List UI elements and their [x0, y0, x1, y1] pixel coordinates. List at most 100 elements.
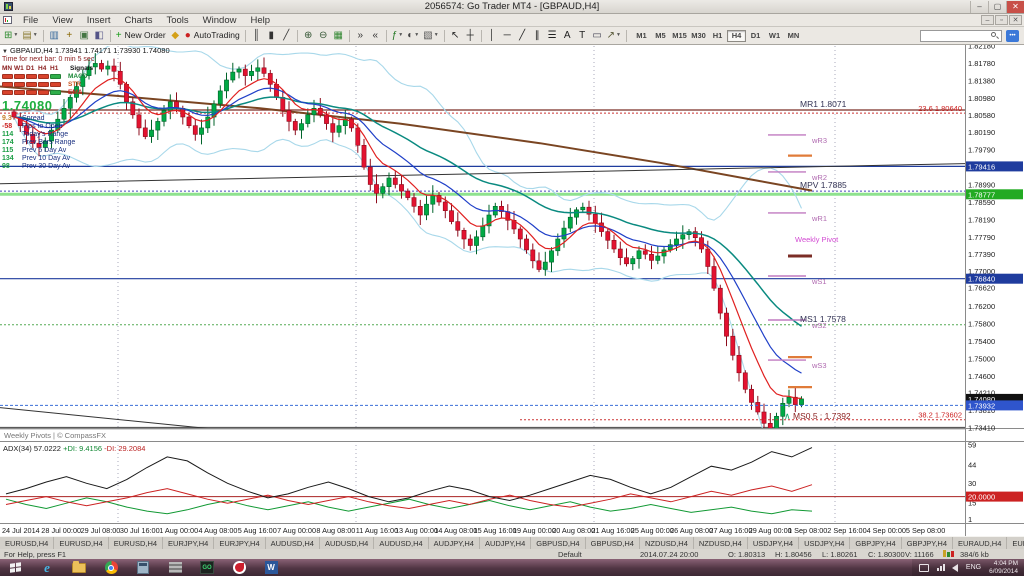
indicators-button[interactable]: ƒ▼ [390, 29, 406, 43]
chart-tab-8[interactable]: AUDJPY,H4 [429, 537, 480, 549]
timeframe-d1[interactable]: D1 [746, 30, 765, 42]
timeframe-m5[interactable]: M5 [651, 30, 670, 42]
chart-tab-5[interactable]: AUDUSD,H4 [266, 537, 320, 549]
periods-button[interactable]: ◐▼ [405, 29, 421, 43]
terminal-button[interactable]: ▣ [77, 29, 92, 43]
timeframe-mn[interactable]: MN [784, 30, 803, 42]
chart-tab-17[interactable]: GBPJPY,H4 [902, 537, 953, 549]
chart-tab-16[interactable]: GBPJPY,H4 [850, 537, 901, 549]
menu-item-window[interactable]: Window [196, 14, 244, 27]
horizontal-line-button[interactable]: ─ [500, 29, 515, 43]
tile-windows-button[interactable]: ▦ [331, 29, 346, 43]
chart-tab-6[interactable]: AUDUSD,H4 [320, 537, 374, 549]
mdi-close-button[interactable]: ✕ [1009, 15, 1022, 25]
label-button[interactable]: T [575, 29, 590, 43]
chart-tab-11[interactable]: GBPUSD,H4 [586, 537, 640, 549]
date-axis[interactable]: 24 Jul 201428 Jul 00:0029 Jul 08:0030 Ju… [2, 526, 945, 535]
start-button[interactable] [6, 561, 24, 575]
timeframe-w1[interactable]: W1 [765, 30, 784, 42]
timeframe-m30[interactable]: M30 [689, 30, 708, 42]
chart-tab-4[interactable]: EURJPY,H4 [214, 537, 265, 549]
channel-button[interactable]: ∥ [530, 29, 545, 43]
autotrading-button[interactable]: ●AutoTrading [183, 29, 242, 43]
chart-tab-15[interactable]: USDJPY,H4 [799, 537, 850, 549]
tray-clock[interactable]: 4:04 PM6/09/2014 [989, 560, 1018, 575]
chart-tab-12[interactable]: NZDUSD,H4 [640, 537, 694, 549]
line-chart-button[interactable]: ╱ [279, 29, 294, 43]
tray-monitor-icon[interactable] [919, 564, 929, 572]
menu-item-tools[interactable]: Tools [159, 14, 195, 27]
chart-tab-1[interactable]: EURUSD,H4 [54, 537, 108, 549]
navigator-button[interactable]: + [62, 29, 77, 43]
menu-item-file[interactable]: File [16, 14, 45, 27]
mdi-restore-button[interactable]: ▫ [995, 15, 1008, 25]
gotrader-icon[interactable]: GO [198, 561, 216, 575]
chrome-icon[interactable] [102, 561, 120, 575]
chart-tab-7[interactable]: AUDUSD,H4 [374, 537, 428, 549]
trendline-button[interactable]: ╱ [515, 29, 530, 43]
tray-network-icon[interactable] [936, 564, 945, 571]
shapes-icon: ▭ [592, 31, 601, 41]
auto-scroll-button[interactable]: » [353, 29, 368, 43]
zoom-out-button[interactable]: ⊖ [316, 29, 331, 43]
timeframe-h4[interactable]: H4 [727, 30, 746, 42]
bar-chart-button[interactable]: ║ [249, 29, 264, 43]
arrows-button[interactable]: ↗▼ [605, 29, 623, 43]
chart-tab-13[interactable]: NZDUSD,H4 [694, 537, 748, 549]
chart-tab-14[interactable]: USDJPY,H4 [748, 537, 799, 549]
word-icon[interactable]: W [262, 561, 280, 575]
shapes-button[interactable]: ▭ [590, 29, 605, 43]
svg-text:wR1: wR1 [811, 214, 827, 223]
new-order-button[interactable]: +New Order [114, 29, 168, 43]
file-explorer-icon[interactable] [70, 561, 88, 575]
chart-tab-10[interactable]: GBPUSD,H4 [531, 537, 585, 549]
timeframe-m1[interactable]: M1 [632, 30, 651, 42]
timeframe-m15[interactable]: M15 [670, 30, 689, 42]
calculator-icon[interactable] [134, 561, 152, 575]
timeframe-h1[interactable]: H1 [708, 30, 727, 42]
svg-text:1.80580: 1.80580 [968, 111, 995, 120]
menu-item-help[interactable]: Help [243, 14, 277, 27]
menu-item-view[interactable]: View [45, 14, 79, 27]
chart-tab-3[interactable]: EURJPY,H4 [163, 537, 214, 549]
new-chart-button[interactable]: ⊞▼ [2, 29, 20, 43]
toolbar-separator [386, 30, 387, 42]
tray-volume-icon[interactable] [952, 564, 958, 572]
svg-text:wR3: wR3 [811, 136, 827, 145]
chart-shift-button[interactable]: « [368, 29, 383, 43]
svg-text:1.81380: 1.81380 [968, 76, 995, 85]
fibonacci-button[interactable]: ☰ [545, 29, 560, 43]
candlestick-chart-button[interactable]: ▮ [264, 29, 279, 43]
zoom-in-icon: ⊕ [304, 31, 312, 41]
svg-text:1.78777: 1.78777 [968, 190, 995, 199]
chart-tab-18[interactable]: EURAUD,H4 [953, 537, 1007, 549]
svg-text:29 Jul 08:00: 29 Jul 08:00 [81, 526, 121, 535]
menu-item-charts[interactable]: Charts [118, 14, 160, 27]
status-profile[interactable]: Default [558, 550, 582, 559]
templates-button[interactable]: ▧▼ [421, 29, 440, 43]
price-chart[interactable]: MR1 1.8071wR3wR2MPV 1.7885wR1Weekly Pivo… [0, 45, 1024, 536]
menu-item-insert[interactable]: Insert [80, 14, 118, 27]
text-button[interactable]: A [560, 29, 575, 43]
metaeditor-button[interactable]: ◆ [168, 29, 183, 43]
cursor-button[interactable]: ↖ [448, 29, 463, 43]
tray-language[interactable]: ENG [966, 564, 981, 571]
strategy-tester-button[interactable]: ◧ [92, 29, 107, 43]
histogram-icon [943, 550, 955, 557]
chart-tab-9[interactable]: AUDJPY,H4 [480, 537, 531, 549]
toolbar-separator [626, 30, 627, 42]
vertical-line-button[interactable]: │ [485, 29, 500, 43]
zoom-in-button[interactable]: ⊕ [301, 29, 316, 43]
profiles-button[interactable]: ▤▼ [20, 29, 39, 43]
internet-explorer-icon[interactable]: e [38, 561, 56, 575]
chart-tab-19[interactable]: EURAUD,H4 [1007, 537, 1024, 549]
chart-tab-0[interactable]: EURUSD,H4 [0, 537, 54, 549]
chat-icon[interactable]: ••• [1006, 30, 1019, 42]
chart-tab-2[interactable]: EURUSD,H4 [109, 537, 163, 549]
bricks-app-icon[interactable] [166, 561, 184, 575]
mt4-icon[interactable] [230, 561, 248, 575]
crosshair-button[interactable]: ┼ [463, 29, 478, 43]
mdi-minimize-button[interactable]: – [981, 15, 994, 25]
market-watch-button[interactable]: ▥ [47, 29, 62, 43]
svg-text:38.2 1.73602: 38.2 1.73602 [918, 411, 962, 420]
